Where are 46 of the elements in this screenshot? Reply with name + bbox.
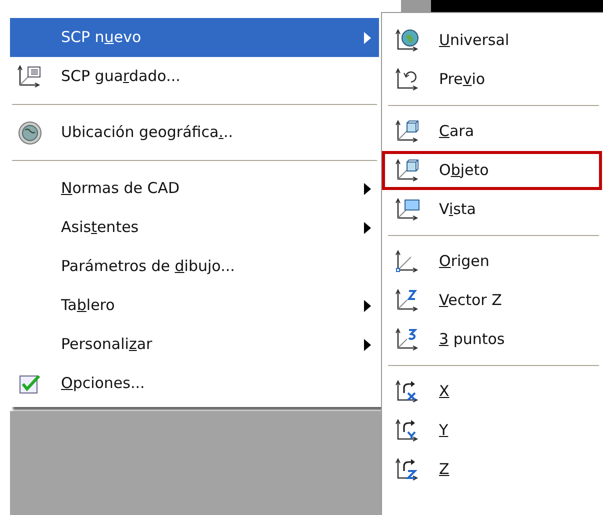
menu-item-label: Origen bbox=[439, 251, 490, 272]
menu-item[interactable]: Ubicación geográfica... bbox=[10, 113, 379, 152]
menu-item-label: Parámetros de dibujo... bbox=[61, 256, 236, 278]
menu-item-label: Normas de CAD bbox=[61, 178, 181, 200]
menu-item-label: Tablero bbox=[61, 295, 116, 316]
menu-item[interactable]: Opciones... bbox=[10, 364, 379, 403]
menu-item-label: Z bbox=[439, 459, 450, 480]
menu-item-label: Ubicación geográfica... bbox=[61, 122, 234, 144]
globe-axes-icon bbox=[395, 28, 421, 54]
submenu-item[interactable]: Origen bbox=[382, 242, 602, 281]
menu-item-label: Vector Z bbox=[439, 290, 502, 312]
menu-item-label: Universal bbox=[439, 30, 510, 52]
menu-item-label: Objeto bbox=[439, 160, 489, 182]
menu-item-label: 3 puntos bbox=[439, 329, 505, 350]
menu-item-label: Personalizar bbox=[61, 334, 154, 356]
submenu-item[interactable]: Cara bbox=[382, 112, 602, 151]
screen-axes-icon bbox=[395, 196, 421, 222]
menu-item[interactable]: Tablero bbox=[10, 286, 379, 325]
menu-item-label: SCP guardado... bbox=[61, 66, 182, 88]
submenu-item[interactable]: X bbox=[382, 372, 602, 411]
ucs-list-icon bbox=[17, 64, 43, 90]
menu-item-label: X bbox=[439, 381, 450, 402]
cube-axes-icon bbox=[395, 158, 421, 184]
menu-item[interactable]: Personalizar bbox=[10, 325, 379, 364]
globe-icon bbox=[17, 120, 43, 146]
menu-item-label: Y bbox=[439, 420, 448, 442]
menu-item-label: Opciones... bbox=[61, 373, 146, 394]
menu-item[interactable]: Parámetros de dibujo... bbox=[10, 247, 379, 286]
submenu-item[interactable]: Vector Z bbox=[382, 281, 602, 320]
submenu-item[interactable]: Universal bbox=[382, 21, 602, 60]
menu-item-label: Cara bbox=[439, 121, 474, 142]
submenu-item[interactable]: 3 puntos bbox=[382, 320, 602, 359]
submenu-item[interactable]: Vista bbox=[382, 190, 602, 229]
menu-item[interactable]: SCP guardado... bbox=[10, 57, 379, 96]
cube-axes-icon bbox=[395, 118, 421, 144]
submenu-item[interactable]: Z bbox=[382, 450, 602, 489]
menu-item[interactable]: SCP nuevo bbox=[10, 18, 379, 57]
menu-item-label: Previo bbox=[439, 69, 486, 90]
menu-item-label: SCP nuevo bbox=[61, 27, 142, 48]
menu-item-label: Vista bbox=[439, 199, 476, 220]
menu-item[interactable]: Normas de CAD bbox=[10, 169, 379, 208]
menu-item[interactable]: Asistentes bbox=[10, 208, 379, 247]
submenu-item[interactable]: Y bbox=[382, 411, 602, 450]
submenu-item[interactable]: Previo bbox=[382, 60, 602, 99]
submenu-item[interactable]: Objeto bbox=[382, 151, 602, 190]
menu-item-label: Asistentes bbox=[61, 217, 140, 238]
